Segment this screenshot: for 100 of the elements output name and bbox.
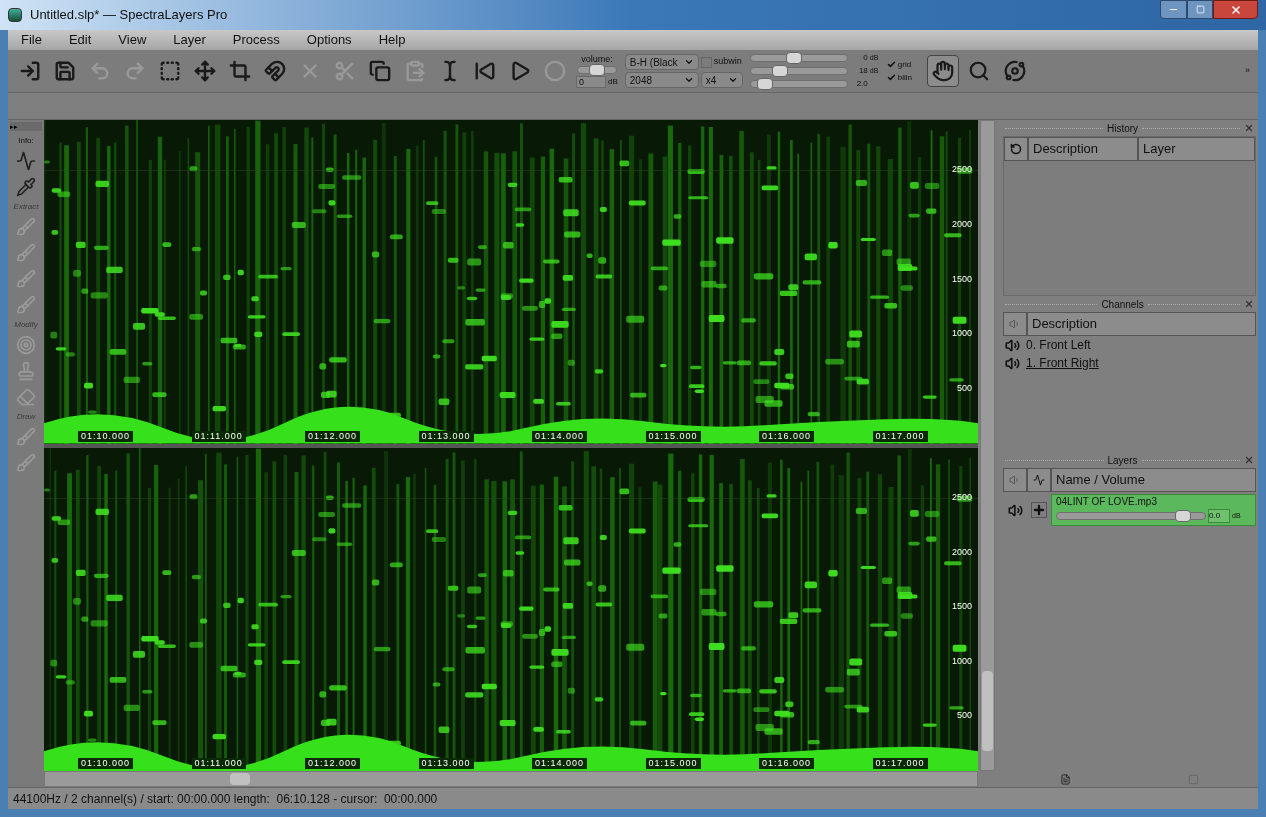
search-icon <box>968 60 991 82</box>
fft-size-dropdown[interactable]: 2048 <box>624 72 699 88</box>
frequency-tick-label: 1000 <box>951 329 972 339</box>
speaker-icon[interactable] <box>1007 502 1023 518</box>
slider-thumb[interactable] <box>588 63 605 76</box>
tool-button[interactable] <box>927 55 960 87</box>
magnet-icon <box>264 60 286 82</box>
undo-icon <box>1010 143 1022 155</box>
value-field[interactable]: 2.0 <box>849 78 868 90</box>
frequency-tick-label: 500 <box>956 711 972 721</box>
plus-icon[interactable] <box>1031 502 1047 518</box>
value-field[interactable]: 18 <box>849 65 868 77</box>
skip-back-icon <box>474 60 496 82</box>
channel-item[interactable]: 1. Front Right <box>1026 354 1099 372</box>
column-header[interactable]: Layer <box>1138 137 1255 161</box>
time-label: 01:13.000 <box>418 430 474 442</box>
time-label: 01:12.000 <box>305 430 361 442</box>
menu-item[interactable]: Process <box>232 30 280 50</box>
status-text: 44100Hz / 2 channel(s) / start: 00:00.000 length: 06:10.128 - cursor: 00:00.000 <box>13 790 438 808</box>
column-header[interactable] <box>1004 137 1028 161</box>
frequency-tick-label: 1500 <box>951 274 972 284</box>
slider-thumb[interactable] <box>771 65 788 77</box>
layer-name: 04LINT OF LOVE.mp3 <box>1056 497 1158 507</box>
waveform-icon[interactable] <box>16 151 36 171</box>
volume-label: volume: <box>581 54 613 64</box>
menu-item[interactable]: Help <box>378 30 406 50</box>
time-label: 01:10.000 <box>78 758 134 769</box>
caret-icon <box>683 75 694 85</box>
time-label: 01:12.000 <box>305 758 361 769</box>
value-field[interactable]: 0 <box>849 52 868 64</box>
time-label: 01:14.000 <box>532 430 588 442</box>
close-icon[interactable] <box>1244 299 1254 309</box>
play-icon <box>509 60 531 82</box>
frequency-tick-label: 500 <box>956 383 972 393</box>
caret-icon <box>683 57 694 67</box>
import-icon <box>19 60 41 82</box>
time-label: 01:13.000 <box>418 758 474 769</box>
column-header[interactable]: Name / Volume <box>1051 468 1256 492</box>
undo-icon <box>89 60 111 82</box>
close-icon[interactable] <box>1244 455 1254 465</box>
menu-item[interactable]: Options <box>306 30 352 50</box>
slider-thumb[interactable] <box>1174 510 1191 522</box>
checkbox[interactable] <box>886 72 897 83</box>
menu-item[interactable]: Layer <box>173 30 206 50</box>
speaker-icon[interactable] <box>1005 355 1020 371</box>
document-icon[interactable] <box>1059 774 1071 785</box>
volume-field[interactable]: 0 <box>576 75 606 88</box>
speaker-icon[interactable] <box>1005 337 1020 353</box>
caret-icon <box>727 75 738 85</box>
channel-item[interactable]: 0. Front Left <box>1026 336 1091 354</box>
move-icon <box>194 60 216 82</box>
speaker-icon <box>1009 318 1021 330</box>
paste-icon <box>404 60 426 82</box>
checkbox-label: grid <box>897 58 912 71</box>
section-label: Info: <box>18 137 34 145</box>
checkbox-label: subwin <box>713 55 742 69</box>
checkbox-label: bilin <box>897 71 913 84</box>
menu-item[interactable]: File <box>21 30 42 50</box>
horizontal-scrollbar[interactable] <box>44 771 978 787</box>
time-label: 01:14.000 <box>532 758 588 769</box>
menu-item[interactable]: Edit <box>68 30 92 50</box>
column-header[interactable]: Description <box>1027 312 1256 336</box>
frequency-tick-label: 2500 <box>951 493 972 502</box>
panel-title: Layers <box>1107 453 1138 468</box>
dropper-icon[interactable] <box>16 177 36 197</box>
close-button[interactable] <box>1213 0 1258 19</box>
time-label: 01:15.000 <box>645 758 701 769</box>
copy-icon <box>369 60 391 82</box>
checkbox[interactable] <box>886 59 897 70</box>
slider-thumb[interactable] <box>786 52 802 64</box>
time-label: 01:11.000 <box>191 758 246 769</box>
scissors-icon <box>334 60 356 82</box>
hand-icon <box>932 60 955 82</box>
frequency-tick-label: 2000 <box>951 547 972 557</box>
column-header[interactable]: Description <box>1028 137 1138 161</box>
minimize-button[interactable] <box>1160 0 1187 19</box>
column-header[interactable] <box>1027 468 1051 492</box>
circle-icon <box>544 60 566 82</box>
maximize-button[interactable] <box>1187 0 1213 19</box>
close-icon[interactable] <box>1244 123 1254 133</box>
time-label: 01:15.000 <box>645 430 701 442</box>
time-label: 01:11.000 <box>191 430 246 442</box>
frequency-tick-label: 2500 <box>951 165 972 175</box>
panel-title: History <box>1106 121 1139 136</box>
overlap-dropdown[interactable]: x4 <box>700 72 743 88</box>
app-icon <box>8 8 22 22</box>
slider-thumb[interactable] <box>757 78 774 90</box>
close-icon <box>1229 3 1242 16</box>
window-title: Untitled.slp* — SpectraLayers Pro <box>30 6 229 25</box>
value-field[interactable]: 0.0 <box>1208 509 1230 523</box>
overflow-button[interactable]: » <box>1245 64 1250 78</box>
orbit-icon <box>1004 60 1027 82</box>
colormap-dropdown[interactable]: B-H (Black <box>624 54 699 70</box>
time-label: 01:16.000 <box>759 758 815 769</box>
speaker-icon <box>1009 474 1021 486</box>
redo-icon <box>124 60 146 82</box>
save-icon <box>54 60 76 82</box>
time-label: 01:16.000 <box>759 430 815 442</box>
menu-item[interactable]: View <box>118 30 147 50</box>
vertical-scrollbar[interactable] <box>980 120 995 771</box>
